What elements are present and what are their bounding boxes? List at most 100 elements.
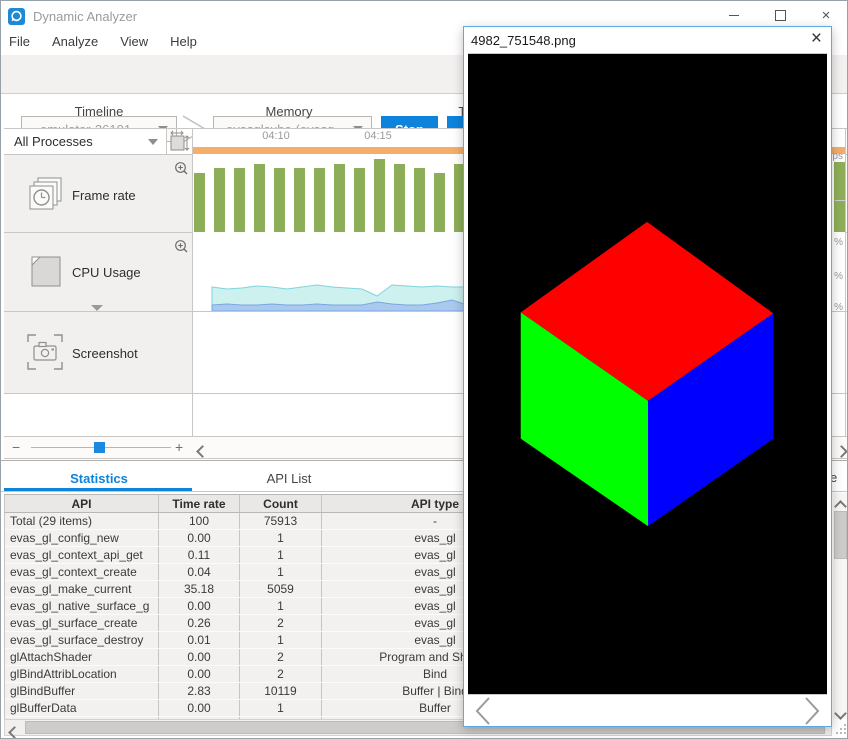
framerate-bar [374, 159, 385, 232]
table-cell: 0.00 [159, 530, 240, 546]
column-header-count[interactable]: Count [240, 495, 322, 512]
zoom-slider-thumb[interactable] [94, 442, 105, 453]
framerate-bar [294, 168, 305, 232]
page-tab-timeline[interactable]: Timeline [4, 104, 194, 119]
screenshot-image [468, 52, 827, 696]
frame-rate-icon [28, 177, 64, 213]
table-cell: 2 [240, 615, 322, 631]
timeline-hscroll-right-arrow[interactable] [837, 443, 846, 461]
table-cell: 0.04 [159, 564, 240, 580]
process-filter-dropdown[interactable]: All Processes [4, 129, 166, 154]
table-cell: 2 [240, 649, 322, 665]
zoom-in-icon[interactable] [174, 161, 189, 176]
window-title: Dynamic Analyzer [33, 9, 137, 24]
table-vscrollbar[interactable] [833, 493, 848, 719]
menu-item-file[interactable]: File [9, 34, 30, 49]
cpu-usage-icon [29, 253, 63, 289]
table-cell: evas_gl_context_create [5, 564, 159, 580]
dialog-nav-strip [464, 696, 831, 726]
table-cell: evas_gl_context_api_get [5, 547, 159, 563]
framerate-bar [274, 168, 285, 232]
column-header-api[interactable]: API [5, 495, 159, 512]
maximize-button[interactable] [773, 8, 787, 22]
table-cell: 100 [159, 513, 240, 529]
table-cell: glBindBuffer [5, 683, 159, 699]
zoom-in-label[interactable]: + [175, 439, 183, 455]
menu-bar: File Analyze View Help [9, 33, 219, 55]
framerate-bar [394, 164, 405, 232]
chevron-down-icon [148, 139, 158, 145]
screenshot-icon [26, 332, 64, 372]
table-cell: 0.26 [159, 615, 240, 631]
framerate-bar [254, 164, 265, 232]
framerate-bar [314, 168, 325, 232]
framerate-bar [414, 168, 425, 232]
table-cell: 0.00 [159, 649, 240, 665]
screenshot-dialog: 4982_751548.png × [463, 26, 832, 727]
minimize-button[interactable] [727, 8, 741, 22]
page-tab-memory[interactable]: Memory [194, 104, 384, 119]
framerate-bar [334, 164, 345, 232]
table-cell: glAttachShader [5, 649, 159, 665]
table-cell: 0.00 [159, 598, 240, 614]
menu-item-view[interactable]: View [120, 34, 148, 49]
table-cell: 1 [240, 632, 322, 648]
table-vscroll-thumb[interactable] [834, 511, 847, 559]
framerate-bar [434, 173, 445, 232]
close-button[interactable]: × [819, 8, 833, 22]
prev-image-arrow[interactable] [472, 696, 494, 726]
process-filter-value: All Processes [14, 134, 93, 149]
table-cell: 0.11 [159, 547, 240, 563]
table-cell: 1 [240, 530, 322, 546]
bottom-tab-statistics[interactable]: Statistics [4, 463, 194, 491]
table-cell: 0.00 [159, 666, 240, 682]
dialog-title-bar[interactable]: 4982_751548.png × [464, 27, 831, 52]
table-cell: 10119 [240, 683, 322, 699]
table-cell: evas_gl_native_surface_g [5, 598, 159, 614]
menu-item-analyze[interactable]: Analyze [52, 34, 98, 49]
menu-item-help[interactable]: Help [170, 34, 197, 49]
cpu-usage-label: CPU Usage [72, 265, 141, 280]
zoom-in-icon[interactable] [174, 239, 189, 254]
range-select-icon[interactable] [169, 130, 191, 153]
table-cell: evas_gl_surface_destroy [5, 632, 159, 648]
next-image-arrow[interactable] [801, 696, 823, 726]
resize-grip-icon[interactable] [835, 723, 847, 735]
table-cell: 1 [240, 700, 322, 716]
timeline-hscroll-left-arrow[interactable] [198, 443, 207, 461]
table-cell: 2 [240, 666, 322, 682]
table-cell: glBindAttribLocation [5, 666, 159, 682]
framerate-bar [834, 162, 845, 232]
table-cell: 2.83 [159, 683, 240, 699]
bottom-tab-api-list[interactable]: API List [194, 463, 384, 491]
column-header-time-rate[interactable]: Time rate [159, 495, 240, 512]
ruler-label: 04:15 [352, 130, 404, 142]
framerate-label: Frame rate [72, 188, 136, 203]
table-cell: Total (29 items) [5, 513, 159, 529]
table-cell: 5059 [240, 581, 322, 597]
framerate-row-label[interactable]: Frame rate [4, 155, 192, 232]
dialog-close-icon[interactable]: × [811, 28, 822, 50]
table-hscroll-left-arrow[interactable] [10, 724, 19, 739]
splitter-handle[interactable] [91, 305, 103, 311]
table-cell: evas_gl_config_new [5, 530, 159, 546]
gl-cube-render [468, 52, 827, 696]
framerate-bar [214, 168, 225, 232]
table-cell: glBufferData [5, 700, 159, 716]
table-cell: evas_gl_surface_create [5, 615, 159, 631]
table-vscroll-down-arrow[interactable] [836, 705, 845, 723]
framerate-gridline [835, 200, 845, 201]
dialog-title: 4982_751548.png [471, 33, 576, 48]
table-cell: 0.01 [159, 632, 240, 648]
dynamic-analyzer-window: Dynamic Analyzer × File Analyze View Help e… [0, 0, 848, 739]
screenshot-row-label[interactable]: Screenshot [4, 312, 192, 393]
cpu-row-label[interactable]: CPU Usage [4, 233, 192, 311]
ruler-label: 04:10 [250, 130, 302, 142]
table-cell: 35.18 [159, 581, 240, 597]
table-cell: 1 [240, 547, 322, 563]
framerate-bar [234, 168, 245, 232]
framerate-bar [354, 168, 365, 232]
app-logo-icon [8, 8, 25, 25]
zoom-out-label[interactable]: − [12, 439, 20, 455]
screenshot-label: Screenshot [72, 346, 138, 361]
